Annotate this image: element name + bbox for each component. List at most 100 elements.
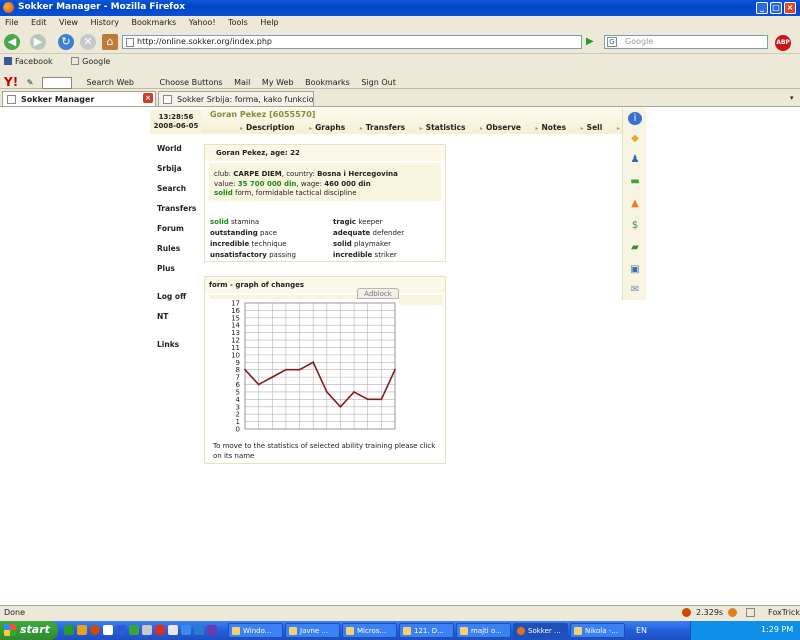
skill-playmaker[interactable]: solid playmaker <box>333 240 391 248</box>
yahoo-search-input[interactable] <box>41 76 72 89</box>
quicklaunch-icon[interactable] <box>142 625 152 635</box>
go-icon[interactable]: ▶ <box>586 36 598 48</box>
cone-icon[interactable]: ▲ <box>628 197 642 210</box>
forward-icon[interactable]: ▶ <box>30 34 46 50</box>
reload-icon[interactable]: ↻ <box>58 34 74 50</box>
nav-links[interactable]: Links <box>157 340 179 349</box>
bookmark-google[interactable]: Google <box>71 57 118 66</box>
taskbar-button[interactable]: majti o... <box>456 623 511 638</box>
nav-forum[interactable]: Forum <box>157 224 184 233</box>
tab-graphs[interactable]: Graphs <box>309 123 345 132</box>
addon-icon[interactable] <box>728 608 737 617</box>
quicklaunch-icon[interactable] <box>77 625 87 635</box>
tab-observe[interactable]: Observe <box>480 123 521 132</box>
window-icon[interactable]: ▣ <box>628 263 642 276</box>
tab-sell[interactable]: Sell <box>581 123 603 132</box>
taskbar-button[interactable]: Nikola -... <box>570 623 625 638</box>
taskbar-button[interactable]: 121. D... <box>399 623 454 638</box>
search-web-button[interactable]: Search Web <box>87 78 134 87</box>
tab-transfers[interactable]: Transfers <box>360 123 405 132</box>
nav-search[interactable]: Search <box>157 184 186 193</box>
skill-defender[interactable]: adequate defender <box>333 229 404 237</box>
nav-log-off[interactable]: Log off <box>157 292 186 301</box>
country-link[interactable]: Bosna i Hercegovina <box>317 170 398 178</box>
close-button[interactable]: × <box>784 2 796 14</box>
home-icon[interactable]: ⌂ <box>102 34 118 50</box>
firebug-icon[interactable] <box>682 608 691 617</box>
mail-button[interactable]: Mail <box>234 78 250 87</box>
tab-statistics[interactable]: Statistics <box>420 123 466 132</box>
info-icon[interactable]: i <box>628 112 642 125</box>
tab-description[interactable]: Description <box>240 123 295 132</box>
taskbar-button[interactable]: Micros... <box>342 623 397 638</box>
yahoo-bookmarks-button[interactable]: Bookmarks <box>305 78 350 87</box>
menu-help[interactable]: Help <box>260 18 278 27</box>
menu-yahoo[interactable]: Yahoo! <box>189 18 216 27</box>
skill-keeper[interactable]: tragic keeper <box>333 218 382 226</box>
skill-technique[interactable]: incredible technique <box>210 240 286 248</box>
start-button[interactable]: start <box>0 621 58 640</box>
word-icon[interactable] <box>116 625 126 635</box>
nav-rules[interactable]: Rules <box>157 244 180 253</box>
taskbar-button-active[interactable]: Sokker ... <box>513 623 568 638</box>
shield-icon[interactable]: ◆ <box>628 132 642 145</box>
skill-passing[interactable]: unsatisfactory passing <box>210 251 296 259</box>
menu-view[interactable]: View <box>59 18 78 27</box>
quicklaunch-icon[interactable] <box>181 625 191 635</box>
pitch-icon[interactable]: ▬ <box>628 175 642 188</box>
taskbar-button[interactable]: Windo... <box>228 623 283 638</box>
dollar-icon[interactable]: $ <box>628 219 642 232</box>
tab-sokker-srbija[interactable]: Sokker Srbija: forma, kako funkcionishe? <box>158 91 314 106</box>
minimize-button[interactable]: _ <box>756 2 768 14</box>
adblock-plus-icon[interactable]: ABP <box>775 35 791 51</box>
tab-close-icon[interactable]: × <box>143 93 153 103</box>
skill-stamina[interactable]: solid stamina <box>210 218 259 226</box>
foxtrick-label[interactable]: FoxTrick <box>768 608 800 617</box>
url-bar[interactable]: http://online.sokker.org/index.php <box>122 35 582 49</box>
bookmark-facebook[interactable]: Facebook <box>4 57 61 66</box>
mail-icon[interactable]: ✉ <box>628 283 642 296</box>
stop-icon[interactable]: ✕ <box>80 34 96 50</box>
quicklaunch-icon[interactable] <box>194 625 204 635</box>
money-icon[interactable]: ▰ <box>628 241 642 254</box>
firefox-quicklaunch-icon[interactable] <box>90 625 100 635</box>
quicklaunch-icon[interactable] <box>64 625 74 635</box>
choose-buttons-button[interactable]: Choose Buttons <box>160 78 223 87</box>
taskbar-button[interactable]: Javne ... <box>285 623 340 638</box>
quicklaunch-icon[interactable] <box>207 625 217 635</box>
tab-sokker-manager[interactable]: Sokker Manager × <box>2 91 156 106</box>
yahoo-logo[interactable]: Y! <box>4 75 18 89</box>
player-icon[interactable]: ♟ <box>628 153 642 166</box>
player-tabs: Description Graphs Transfers Statistics … <box>240 123 655 132</box>
quicklaunch-icon[interactable] <box>168 625 178 635</box>
server-time: 13:28:56 <box>158 113 194 121</box>
maximize-button[interactable]: □ <box>770 2 782 14</box>
tab-notes[interactable]: Notes <box>536 123 567 132</box>
skill-pace[interactable]: outstanding pace <box>210 229 277 237</box>
menu-history[interactable]: History <box>91 18 119 27</box>
menu-edit[interactable]: Edit <box>31 18 47 27</box>
status-page-icon[interactable] <box>746 608 755 617</box>
club-link[interactable]: CARPE DIEM <box>233 170 281 178</box>
search-input[interactable]: G Google <box>604 35 768 49</box>
language-indicator[interactable]: EN <box>636 626 647 635</box>
menu-bookmarks[interactable]: Bookmarks <box>132 18 177 27</box>
my-web-button[interactable]: My Web <box>262 78 294 87</box>
back-icon[interactable]: ◀ <box>4 34 20 50</box>
nav-srbija[interactable]: Srbija <box>157 164 182 173</box>
quicklaunch-icon[interactable] <box>155 625 165 635</box>
tab-list-icon[interactable]: ▾ <box>790 94 794 102</box>
nav-nt[interactable]: NT <box>157 312 168 321</box>
quicklaunch-icon[interactable] <box>103 625 113 635</box>
skill-striker[interactable]: incredible striker <box>333 251 397 259</box>
sign-out-button[interactable]: Sign Out <box>361 78 396 87</box>
nav-transfers[interactable]: Transfers <box>157 204 196 213</box>
adblock-tab[interactable]: Adblock <box>357 288 399 299</box>
menu-file[interactable]: File <box>5 18 18 27</box>
nav-plus[interactable]: Plus <box>157 264 175 273</box>
window-titlebar: Sokker Manager - Mozilla Firefox _ □ × <box>0 0 800 16</box>
menu-tools[interactable]: Tools <box>228 18 248 27</box>
pencil-icon[interactable]: ✎ <box>27 78 34 87</box>
nav-world[interactable]: World <box>157 144 182 153</box>
quicklaunch-icon[interactable] <box>129 625 139 635</box>
